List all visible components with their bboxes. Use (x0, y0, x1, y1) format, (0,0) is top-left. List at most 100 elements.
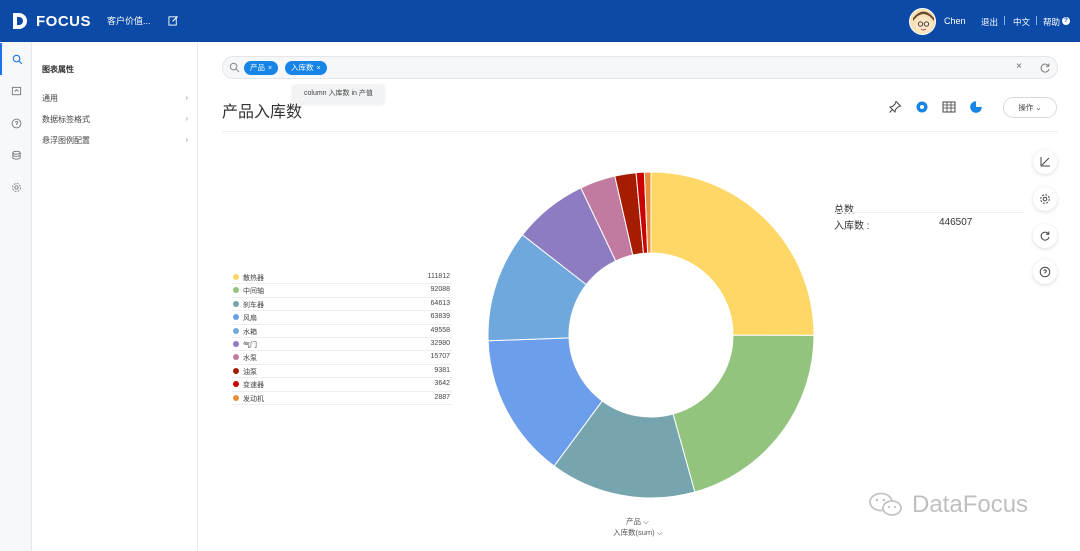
icon-rail (0, 42, 32, 551)
chip-label: 入库数 (291, 63, 314, 72)
legend-value: 32980 (430, 339, 450, 347)
legend-item[interactable]: 风扇 63839 (232, 311, 452, 325)
axis-icon (1040, 157, 1050, 167)
refresh-icon[interactable] (1039, 62, 1051, 74)
brand-logo[interactable]: FOCUS (10, 10, 91, 32)
help-circle-icon (11, 118, 21, 128)
legend-swatch (233, 300, 239, 307)
watermark-text: DataFocus (912, 491, 1029, 518)
refresh-icon (1040, 231, 1050, 241)
panel-item-general[interactable]: 通用 › (42, 93, 188, 105)
y-axis-field-selector[interactable]: 入库数(sum) ⌵ (613, 527, 662, 538)
legend-swatch (233, 394, 239, 401)
wechat-icon (869, 492, 902, 516)
pie-chart-icon[interactable] (969, 100, 983, 114)
watermark: DataFocus (868, 490, 1028, 520)
chart-properties-panel: 图表属性 通用 › 数据标签格式 › 悬浮图例配置 › (32, 42, 198, 551)
rail-database[interactable] (0, 139, 32, 171)
legend-label: 水箱 (243, 328, 257, 336)
legend-item[interactable]: 刹车器 64613 (232, 298, 452, 312)
legend-value: 15707 (430, 353, 450, 361)
legend-value: 111812 (427, 273, 450, 280)
close-icon[interactable]: × (268, 65, 272, 72)
rail-search[interactable] (0, 43, 32, 75)
legend-value: 63839 (430, 313, 450, 321)
close-icon[interactable]: × (317, 65, 321, 72)
language-link[interactable]: 中文 (1013, 16, 1030, 28)
panel-title: 图表属性 (42, 65, 74, 74)
search-chip-product[interactable]: 产品 × (244, 61, 279, 75)
legend-value: 92088 (430, 286, 450, 294)
logout-link[interactable]: 退出 (981, 16, 998, 28)
search-suggestion-tooltip[interactable]: column 入库数 in 产值 (292, 84, 385, 104)
legend-item[interactable]: 发动机 2887 (232, 392, 452, 405)
edit-icon[interactable] (168, 15, 179, 26)
clear-search-button[interactable]: × (1016, 61, 1022, 72)
gear-icon (1040, 194, 1050, 204)
legend-swatch (233, 327, 239, 334)
search-icon (229, 62, 240, 73)
legend-swatch (233, 367, 239, 374)
avatar-face-icon (910, 9, 935, 34)
app-title[interactable]: 客户价值... (107, 14, 151, 27)
help-tool-button[interactable] (1033, 260, 1057, 284)
chart-settings-icon[interactable] (915, 100, 929, 114)
legend-label: 风扇 (243, 315, 257, 323)
help-icon[interactable]: ? (1062, 17, 1070, 25)
legend-item[interactable]: 变速器 3642 (232, 378, 452, 392)
donut-chart[interactable] (488, 172, 814, 498)
rail-bookmark[interactable] (0, 75, 32, 107)
divider (1036, 16, 1037, 25)
legend-value: 64613 (430, 299, 450, 307)
total-label: 入库数 : (834, 221, 870, 232)
help-link[interactable]: 帮助 (1043, 16, 1060, 28)
legend-swatch (233, 274, 239, 280)
divider (1004, 16, 1005, 25)
gear-icon (11, 182, 21, 192)
pie-slice-2[interactable] (672, 334, 814, 493)
legend-item[interactable]: 油泵 9381 (232, 365, 452, 379)
legend-label: 水泵 (243, 355, 257, 363)
panel-item-label: 数据标签格式 (42, 115, 90, 124)
legend-item[interactable]: 中间轴 92088 (232, 284, 452, 298)
search-icon (12, 54, 22, 64)
legend-swatch (233, 340, 239, 347)
panel-item-hover-legend[interactable]: 悬浮图例配置 › (42, 135, 188, 147)
pin-icon[interactable] (888, 100, 902, 114)
x-axis-field-selector[interactable]: 产品 ⌵ (626, 516, 649, 527)
divider (222, 131, 1058, 132)
legend-value: 2887 (434, 393, 450, 401)
logo-mark-icon (13, 13, 27, 29)
table-icon[interactable] (942, 100, 956, 114)
settings-tool-button[interactable] (1033, 187, 1057, 211)
brand-name: FOCUS (36, 12, 91, 30)
axis-tool-button[interactable] (1033, 150, 1057, 174)
legend-label: 刹车器 (243, 301, 264, 309)
user-name[interactable]: Chen (944, 16, 966, 26)
legend-item[interactable]: 气门 32980 (232, 338, 452, 352)
legend-item[interactable]: 水箱 49558 (232, 325, 452, 338)
legend-swatch (233, 287, 239, 294)
legend-value: 9381 (434, 366, 450, 374)
chart-legend: 散热器 111812 中间轴 92088 刹车器 64613 风扇 63839 水箱 49558 气… (232, 271, 452, 405)
rail-help[interactable] (0, 107, 32, 139)
rail-settings[interactable] (0, 171, 32, 203)
legend-swatch (233, 381, 239, 388)
chevron-right-icon: › (185, 114, 188, 123)
avatar[interactable] (909, 8, 936, 35)
chart-title: 产品入库数 (222, 104, 303, 121)
legend-item[interactable]: 水泵 15707 (232, 351, 452, 365)
operations-dropdown[interactable]: 操作 ⌄ (1003, 97, 1057, 118)
panel-item-label: 通用 (42, 94, 58, 103)
pie-slice-1[interactable] (650, 172, 814, 336)
search-bar[interactable]: 产品 × 入库数 × × (222, 56, 1058, 79)
legend-label: 中间轴 (243, 288, 264, 296)
panel-item-data-label-format[interactable]: 数据标签格式 › (42, 114, 188, 126)
chip-label: 产品 (250, 63, 265, 72)
refresh-tool-button[interactable] (1033, 224, 1057, 248)
search-chip-stock-in[interactable]: 入库数 × (285, 61, 327, 75)
legend-label: 变速器 (243, 382, 264, 390)
legend-label: 散热器 (243, 275, 264, 282)
legend-item[interactable]: 散热器 111812 (232, 271, 452, 285)
chevron-right-icon: › (185, 135, 188, 144)
